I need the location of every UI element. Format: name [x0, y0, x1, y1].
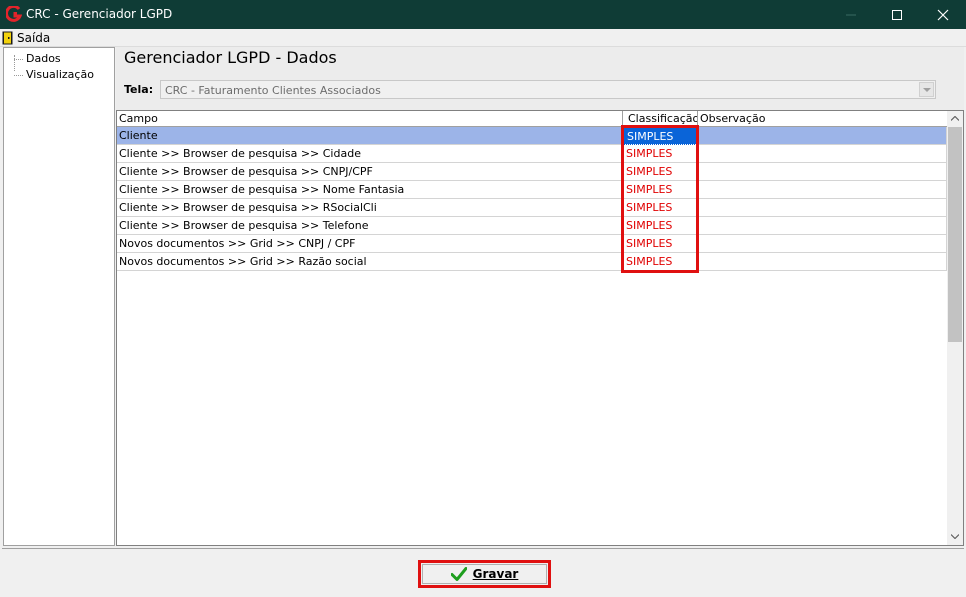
tela-dropdown-button[interactable] — [919, 82, 934, 97]
cell-classificacao[interactable]: SIMPLES — [623, 217, 698, 235]
table-row[interactable]: Cliente >> Browser de pesquisa >> RSocia… — [117, 199, 947, 217]
save-button-label: Gravar — [472, 567, 519, 581]
cell-classificacao[interactable]: SIMPLES — [623, 127, 698, 145]
close-button[interactable] — [920, 0, 966, 29]
menu-exit[interactable]: Saída — [2, 30, 50, 46]
checkmark-icon — [450, 567, 467, 581]
maximize-icon — [892, 10, 902, 20]
column-header-classificacao[interactable]: Classificação — [623, 111, 698, 127]
crc-logo-icon — [6, 6, 22, 22]
cell-observacao[interactable] — [698, 127, 947, 145]
table-row[interactable]: Cliente >> Browser de pesquisa >> Nome F… — [117, 181, 947, 199]
chevron-up-icon — [951, 116, 959, 121]
minimize-button[interactable] — [828, 0, 874, 29]
table-row[interactable]: Cliente SIMPLES — [117, 127, 947, 145]
table-row[interactable]: Cliente >> Browser de pesquisa >> CNPJ/C… — [117, 163, 947, 181]
minimize-icon — [846, 14, 856, 16]
cell-classificacao[interactable]: SIMPLES — [623, 163, 698, 181]
cell-classificacao[interactable]: SIMPLES — [623, 181, 698, 199]
close-icon — [937, 9, 949, 21]
table-row[interactable]: Novos documentos >> Grid >> Razão social… — [117, 253, 947, 271]
main-panel: Gerenciador LGPD - Dados Tela: CRC - Fat… — [116, 47, 964, 546]
grid-vertical-scrollbar[interactable] — [947, 111, 963, 545]
cell-campo[interactable]: Cliente >> Browser de pesquisa >> Nome F… — [117, 181, 623, 199]
column-header-observacao[interactable]: Observação — [698, 111, 947, 127]
menu-exit-label: Saída — [17, 31, 51, 45]
window-title: CRC - Gerenciador LGPD — [26, 7, 173, 21]
table-row[interactable]: Novos documentos >> Grid >> CNPJ / CPF S… — [117, 235, 947, 253]
lgpd-fields-grid: Campo Classificação Observação Cliente S… — [116, 110, 964, 546]
cell-observacao[interactable] — [698, 181, 947, 199]
scroll-thumb[interactable] — [948, 127, 962, 342]
cell-campo[interactable]: Cliente >> Browser de pesquisa >> Cidade — [117, 145, 623, 163]
table-row[interactable]: Cliente >> Browser de pesquisa >> Telefo… — [117, 217, 947, 235]
grid-rows: Cliente SIMPLES Cliente >> Browser de pe… — [117, 127, 947, 271]
grid-header: Campo Classificação Observação — [117, 111, 947, 127]
cell-observacao[interactable] — [698, 217, 947, 235]
chevron-down-icon — [923, 88, 931, 92]
exit-door-icon — [2, 31, 13, 45]
cell-campo[interactable]: Novos documentos >> Grid >> Razão social — [117, 253, 623, 271]
footer-bar: Gravar — [2, 548, 964, 597]
cell-classificacao[interactable]: SIMPLES — [623, 199, 698, 217]
maximize-button[interactable] — [874, 0, 920, 29]
title-bar: CRC - Gerenciador LGPD — [0, 0, 966, 29]
menu-bar: Saída — [0, 29, 966, 47]
save-button[interactable]: Gravar — [418, 560, 551, 588]
scroll-up-button[interactable] — [947, 111, 963, 127]
tree-item-dados[interactable]: Dados — [14, 52, 61, 66]
cell-classificacao[interactable]: SIMPLES — [623, 253, 698, 271]
column-header-campo[interactable]: Campo — [117, 111, 623, 127]
tela-label: Tela: — [124, 83, 154, 96]
cell-campo[interactable]: Cliente — [117, 127, 623, 145]
cell-observacao[interactable] — [698, 163, 947, 181]
cell-classificacao[interactable]: SIMPLES — [623, 145, 698, 163]
chevron-down-icon — [951, 534, 959, 539]
cell-classificacao[interactable]: SIMPLES — [623, 235, 698, 253]
cell-observacao[interactable] — [698, 145, 947, 163]
cell-observacao[interactable] — [698, 253, 947, 271]
tela-select[interactable]: CRC - Faturamento Clientes Associados — [160, 80, 936, 99]
cell-campo[interactable]: Cliente >> Browser de pesquisa >> Telefo… — [117, 217, 623, 235]
tree-item-visualizacao[interactable]: Visualização — [14, 68, 94, 82]
tela-select-value: CRC - Faturamento Clientes Associados — [165, 84, 381, 97]
table-row[interactable]: Cliente >> Browser de pesquisa >> Cidade… — [117, 145, 947, 163]
scroll-down-button[interactable] — [947, 529, 963, 545]
cell-observacao[interactable] — [698, 199, 947, 217]
navigation-tree: Dados Visualização — [3, 47, 115, 546]
cell-campo[interactable]: Cliente >> Browser de pesquisa >> CNPJ/C… — [117, 163, 623, 181]
cell-campo[interactable]: Novos documentos >> Grid >> CNPJ / CPF — [117, 235, 623, 253]
cell-campo[interactable]: Cliente >> Browser de pesquisa >> RSocia… — [117, 199, 623, 217]
cell-observacao[interactable] — [698, 235, 947, 253]
page-title: Gerenciador LGPD - Dados — [124, 48, 337, 67]
